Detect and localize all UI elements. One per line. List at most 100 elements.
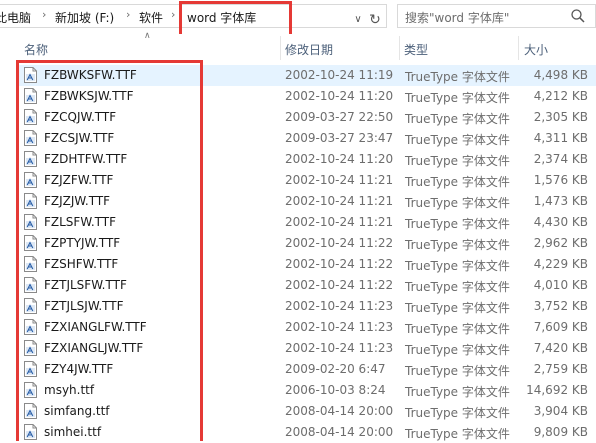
file-size: 4,212 KB <box>533 89 588 103</box>
file-row[interactable]: FZBWKSFW.TTF 2002-10-24 11:19 TrueType 字体文… <box>18 65 596 86</box>
file-name: FZBWKSFW.TTF <box>44 68 137 82</box>
font-file-icon <box>24 130 37 146</box>
annotation-box-address <box>179 1 292 38</box>
font-file-icon <box>24 382 37 398</box>
file-size: 4,498 KB <box>533 68 588 82</box>
file-size: 2,759 KB <box>533 362 588 376</box>
breadcrumb-item-this-pc[interactable]: 此电脑 <box>0 9 31 26</box>
file-type: TrueType 字体文件 <box>405 196 510 210</box>
font-file-icon <box>24 277 37 293</box>
file-modified-date: 2002-10-24 11:22 <box>285 278 394 292</box>
file-row[interactable]: FZPTYJW.TTF 2002-10-24 11:22 TrueType 字体文件… <box>18 233 596 254</box>
chevron-right-icon[interactable]: › <box>171 8 175 21</box>
file-name: FZCQJW.TTF <box>44 110 117 124</box>
file-type: TrueType 字体文件 <box>405 364 510 378</box>
column-divider[interactable] <box>280 36 281 60</box>
file-type: TrueType 字体文件 <box>405 427 510 441</box>
font-file-icon <box>24 298 37 314</box>
font-file-icon <box>24 403 37 419</box>
search-icon[interactable] <box>570 8 586 24</box>
file-row[interactable]: simhei.ttf 2008-04-14 20:00 TrueType 字体文件 9… <box>18 422 596 443</box>
file-name: simfang.ttf <box>44 404 110 418</box>
file-type: TrueType 字体文件 <box>405 385 510 399</box>
font-file-icon <box>24 193 37 209</box>
chevron-down-icon[interactable]: ∨ <box>351 11 365 29</box>
file-row[interactable]: FZTJLSJW.TTF 2002-10-24 11:23 TrueType 字体文… <box>18 296 596 317</box>
file-modified-date: 2006-10-03 8:24 <box>285 383 386 397</box>
column-divider[interactable] <box>399 36 400 60</box>
file-modified-date: 2008-04-14 20:00 <box>285 404 394 418</box>
file-row[interactable]: FZXIANGLJW.TTF 2002-10-24 11:23 TrueType 字… <box>18 338 596 359</box>
column-header-size[interactable]: 大小 <box>524 41 548 58</box>
file-row[interactable]: FZJZFW.TTF 2002-10-24 11:21 TrueType 字体文件 1… <box>18 170 596 191</box>
file-modified-date: 2002-10-24 11:23 <box>285 320 394 334</box>
file-size: 4,311 KB <box>533 131 588 145</box>
file-row[interactable]: FZCSJW.TTF 2009-03-27 23:47 TrueType 字体文件 4… <box>18 128 596 149</box>
file-row[interactable]: FZBWKSJW.TTF 2002-10-24 11:20 TrueType 字体文… <box>18 86 596 107</box>
file-modified-date: 2002-10-24 11:21 <box>285 173 394 187</box>
font-file-icon <box>24 172 37 188</box>
file-name: FZJZJW.TTF <box>44 194 111 208</box>
file-row[interactable]: FZLSFW.TTF 2002-10-24 11:21 TrueType 字体文件 4… <box>18 212 596 233</box>
file-size: 4,430 KB <box>533 215 588 229</box>
file-type: TrueType 字体文件 <box>405 175 510 189</box>
file-size: 4,229 KB <box>533 257 588 271</box>
file-row[interactable]: FZJZJW.TTF 2002-10-24 11:21 TrueType 字体文件 1… <box>18 191 596 212</box>
column-divider[interactable] <box>518 36 519 60</box>
file-type: TrueType 字体文件 <box>405 322 510 336</box>
file-type: TrueType 字体文件 <box>405 70 510 84</box>
file-row[interactable]: msyh.ttf 2006-10-03 8:24 TrueType 字体文件 14,6… <box>18 380 596 401</box>
file-modified-date: 2009-03-27 23:47 <box>285 131 394 145</box>
file-row[interactable]: simfang.ttf 2008-04-14 20:00 TrueType 字体文件… <box>18 401 596 422</box>
file-row[interactable]: FZY4JW.TTF 2009-02-20 6:47 TrueType 字体文件 2,… <box>18 359 596 380</box>
file-modified-date: 2002-10-24 11:23 <box>285 341 394 355</box>
file-name: FZPTYJW.TTF <box>44 236 121 250</box>
file-type: TrueType 字体文件 <box>405 343 510 357</box>
file-name: FZSHFW.TTF <box>44 257 119 271</box>
file-modified-date: 2002-10-24 11:23 <box>285 299 394 313</box>
file-row[interactable]: FZDHTFW.TTF 2002-10-24 11:20 TrueType 字体文件… <box>18 149 596 170</box>
file-type: TrueType 字体文件 <box>405 259 510 273</box>
file-modified-date: 2002-10-24 11:22 <box>285 236 394 250</box>
file-modified-date: 2002-10-24 11:21 <box>285 194 394 208</box>
file-name: simhei.ttf <box>44 425 102 439</box>
file-type: TrueType 字体文件 <box>405 238 510 252</box>
breadcrumb-item-drive[interactable]: 新加坡 (F:) <box>55 9 114 26</box>
file-modified-date: 2008-04-14 20:00 <box>285 425 394 439</box>
font-file-icon <box>24 256 37 272</box>
file-row[interactable]: FZSHFW.TTF 2002-10-24 11:22 TrueType 字体文件 4… <box>18 254 596 275</box>
file-row[interactable]: FZXIANGLFW.TTF 2002-10-24 11:23 TrueType 字… <box>18 317 596 338</box>
file-name: FZJZFW.TTF <box>44 173 114 187</box>
file-row[interactable]: FZCQJW.TTF 2009-03-27 22:50 TrueType 字体文件 2… <box>18 107 596 128</box>
file-size: 2,305 KB <box>533 110 588 124</box>
file-row[interactable]: FZTJLSFW.TTF 2002-10-24 11:22 TrueType 字体文… <box>18 275 596 296</box>
breadcrumb-item-software[interactable]: 软件 <box>139 9 163 26</box>
column-header-name[interactable]: 名称 <box>24 41 48 58</box>
file-name: FZTJLSFW.TTF <box>44 278 127 292</box>
file-type: TrueType 字体文件 <box>405 133 510 147</box>
file-name: FZBWKSJW.TTF <box>44 89 134 103</box>
refresh-icon[interactable]: ↻ <box>366 10 384 30</box>
font-file-icon <box>24 214 37 230</box>
file-type: TrueType 字体文件 <box>405 112 510 126</box>
file-name: FZLSFW.TTF <box>44 215 116 229</box>
file-list: FZBWKSFW.TTF 2002-10-24 11:19 TrueType 字体文… <box>0 63 596 441</box>
file-name: FZXIANGLFW.TTF <box>44 320 147 334</box>
file-modified-date: 2009-02-20 6:47 <box>285 362 386 376</box>
chevron-right-icon[interactable]: › <box>126 8 130 21</box>
file-modified-date: 2002-10-24 11:22 <box>285 257 394 271</box>
chevron-right-icon[interactable]: › <box>42 8 46 21</box>
file-size: 3,752 KB <box>533 299 588 313</box>
font-file-icon <box>24 88 37 104</box>
address-toolbar: 此电脑 › 新加坡 (F:) › 软件 › word 字体库 ∨ ↻ 搜索"wo… <box>0 0 596 38</box>
file-size: 7,609 KB <box>533 320 588 334</box>
font-file-icon <box>24 109 37 125</box>
column-header-type[interactable]: 类型 <box>404 41 428 58</box>
column-header-date[interactable]: 修改日期 <box>285 41 333 58</box>
search-input[interactable]: 搜索"word 字体库" <box>397 4 596 28</box>
file-modified-date: 2002-10-24 11:20 <box>285 152 394 166</box>
font-file-icon <box>24 319 37 335</box>
file-name: FZCSJW.TTF <box>44 131 115 145</box>
font-file-icon <box>24 151 37 167</box>
sort-ascending-icon[interactable]: ∧ <box>144 31 151 41</box>
